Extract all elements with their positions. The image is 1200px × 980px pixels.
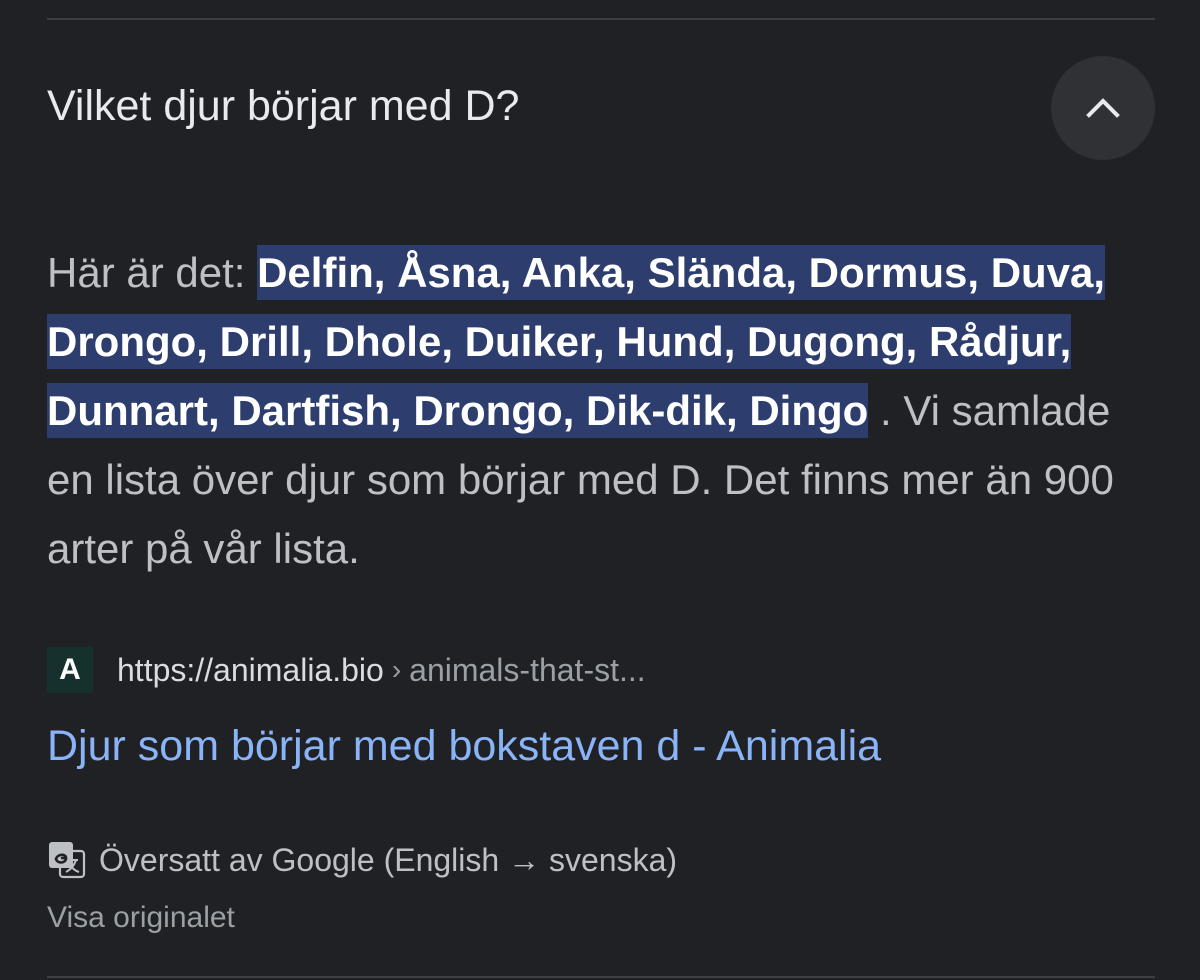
collapse-button[interactable]: [1051, 56, 1155, 160]
breadcrumb-separator: ›: [391, 654, 402, 685]
show-original-link[interactable]: Visa originalet: [47, 898, 235, 938]
source-row[interactable]: A https://animalia.bio › animals-that-st…: [47, 646, 646, 694]
google-translate-icon: [49, 842, 86, 879]
translation-notice: Översatt av Google (English → svenska): [47, 838, 677, 882]
answer-intro: Här är det:: [47, 249, 258, 296]
faq-question[interactable]: Vilket djur börjar med D?: [47, 78, 519, 134]
translated-by-text: Översatt av Google (English → svenska): [99, 841, 678, 878]
answer-text: Här är det: Delfin, Åsna, Anka, Slända, …: [47, 238, 1157, 583]
top-divider: [47, 18, 1155, 20]
result-title-link[interactable]: Djur som börjar med bokstaven d - Animal…: [47, 718, 881, 774]
answer-after-highlight: .: [868, 387, 892, 434]
chevron-up-icon: [1086, 98, 1120, 118]
bottom-divider: [47, 976, 1155, 978]
source-url-host: https://animalia.bio: [117, 651, 384, 688]
source-url-path: animals-that-st...: [409, 651, 646, 688]
animalia-favicon: A: [47, 647, 93, 693]
